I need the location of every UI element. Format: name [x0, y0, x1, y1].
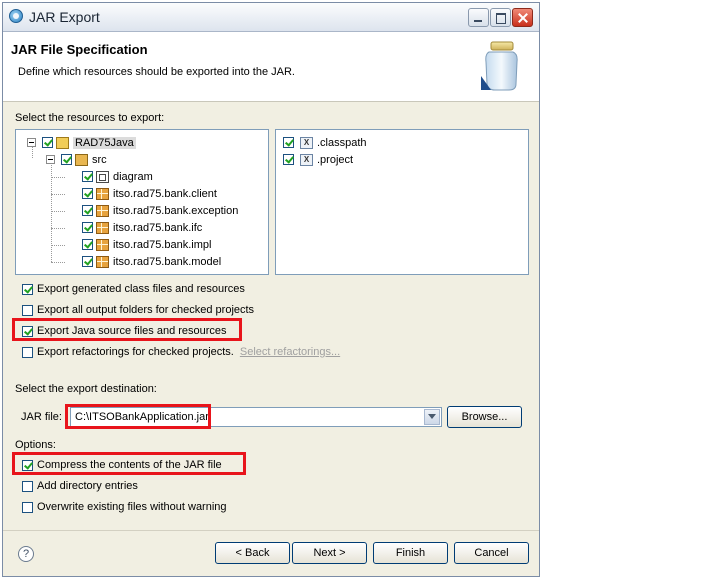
resource-tree[interactable]: RAD75Java src diagram itso.rad75.bank.cl…	[15, 129, 269, 275]
maximize-button[interactable]	[490, 8, 511, 27]
tree-item-package[interactable]: itso.rad75.bank.ifc	[82, 219, 202, 236]
file-checkbox[interactable]	[283, 137, 294, 148]
tree-item-package[interactable]: itso.rad75.bank.impl	[82, 236, 211, 253]
package-icon	[96, 221, 109, 234]
export-output-folders-checkbox[interactable]	[22, 304, 33, 316]
collapse-icon[interactable]	[46, 155, 55, 164]
highlight-box	[12, 318, 242, 341]
tree-checkbox[interactable]	[82, 188, 93, 199]
xml-file-icon: X	[300, 153, 313, 166]
cancel-button[interactable]: Cancel	[454, 542, 529, 564]
destination-label: Select the export destination:	[15, 383, 157, 395]
option-label: Export refactorings for checked projects…	[37, 346, 234, 358]
xml-file-icon: X	[300, 136, 313, 149]
directory-entries-checkbox[interactable]	[22, 480, 33, 492]
tree-item-src[interactable]: src	[46, 151, 107, 168]
overwrite-option[interactable]: Overwrite existing files without warning	[22, 499, 227, 515]
minimize-button[interactable]	[468, 8, 489, 27]
tree-item-label: diagram	[113, 170, 153, 183]
tree-item-package[interactable]: itso.rad75.bank.client	[82, 185, 217, 202]
tree-item-package[interactable]: itso.rad75.bank.model	[82, 253, 221, 270]
back-button[interactable]: < Back	[215, 542, 290, 564]
package-icon	[96, 255, 109, 268]
tree-item-label: itso.rad75.bank.client	[113, 187, 217, 200]
package-icon	[96, 187, 109, 200]
file-item-project[interactable]: X .project	[283, 151, 353, 168]
jar-export-dialog: JAR Export JAR File Specification Define…	[2, 2, 540, 577]
tree-checkbox[interactable]	[82, 256, 93, 267]
export-output-folders-option[interactable]: Export all output folders for checked pr…	[22, 302, 254, 318]
tree-item-package[interactable]: itso.rad75.bank.exception	[82, 202, 238, 219]
wizard-header: JAR File Specification Define which reso…	[3, 32, 539, 102]
tree-checkbox[interactable]	[82, 205, 93, 216]
tree-checkbox[interactable]	[61, 154, 72, 165]
next-button[interactable]: Next >	[292, 542, 367, 564]
eclipse-icon	[9, 9, 23, 23]
page-title: JAR File Specification	[11, 42, 148, 57]
tree-item-label: itso.rad75.bank.exception	[113, 204, 239, 217]
tree-checkbox[interactable]	[42, 137, 53, 148]
tree-item-label: RAD75Java	[73, 136, 136, 149]
collapse-icon[interactable]	[27, 138, 36, 147]
jar-file-label: JAR file:	[21, 411, 62, 423]
file-item-label: .project	[317, 153, 354, 166]
select-refactorings-link[interactable]: Select refactorings...	[240, 346, 340, 358]
options-label: Options:	[15, 439, 56, 451]
resources-label: Select the resources to export:	[15, 112, 165, 124]
file-item-label: .classpath	[317, 136, 367, 149]
tree-checkbox[interactable]	[82, 239, 93, 250]
export-class-files-checkbox[interactable]	[22, 283, 33, 295]
tree-item-label: itso.rad75.bank.ifc	[113, 221, 203, 234]
tree-checkbox[interactable]	[82, 171, 93, 182]
jar-icon	[481, 41, 518, 91]
page-description: Define which resources should be exporte…	[18, 66, 295, 78]
tree-checkbox[interactable]	[82, 222, 93, 233]
finish-button[interactable]: Finish	[373, 542, 448, 564]
project-icon	[56, 136, 69, 149]
option-label: Add directory entries	[37, 480, 138, 492]
tree-item-project[interactable]: RAD75Java	[27, 134, 136, 151]
browse-button[interactable]: Browse...	[447, 406, 522, 428]
option-label: Overwrite existing files without warning	[37, 501, 227, 513]
file-list[interactable]: X .classpath X .project	[275, 129, 529, 275]
directory-entries-option[interactable]: Add directory entries	[22, 478, 138, 494]
help-icon[interactable]: ?	[18, 546, 34, 562]
file-item-classpath[interactable]: X .classpath	[283, 134, 367, 151]
diagram-icon	[96, 170, 109, 183]
option-label: Export generated class files and resourc…	[37, 283, 245, 295]
window-title: JAR Export	[29, 9, 100, 25]
highlight-box	[65, 404, 211, 429]
tree-item-label: src	[92, 153, 107, 166]
export-refactorings-option[interactable]: Export refactorings for checked projects…	[22, 344, 340, 360]
button-bar-separator	[3, 530, 539, 531]
tree-item-diagram[interactable]: diagram	[82, 168, 153, 185]
overwrite-checkbox[interactable]	[22, 501, 33, 513]
chevron-down-icon[interactable]	[424, 409, 440, 425]
close-button[interactable]	[512, 8, 533, 27]
export-class-files-option[interactable]: Export generated class files and resourc…	[22, 281, 245, 297]
option-label: Export all output folders for checked pr…	[37, 304, 255, 316]
export-refactorings-checkbox[interactable]	[22, 346, 33, 358]
file-checkbox[interactable]	[283, 154, 294, 165]
tree-item-label: itso.rad75.bank.impl	[113, 238, 212, 251]
package-icon	[96, 238, 109, 251]
tree-item-label: itso.rad75.bank.model	[113, 255, 222, 268]
title-bar[interactable]: JAR Export	[3, 3, 539, 32]
package-icon	[96, 204, 109, 217]
highlight-box	[12, 452, 246, 475]
source-folder-icon	[75, 153, 88, 166]
